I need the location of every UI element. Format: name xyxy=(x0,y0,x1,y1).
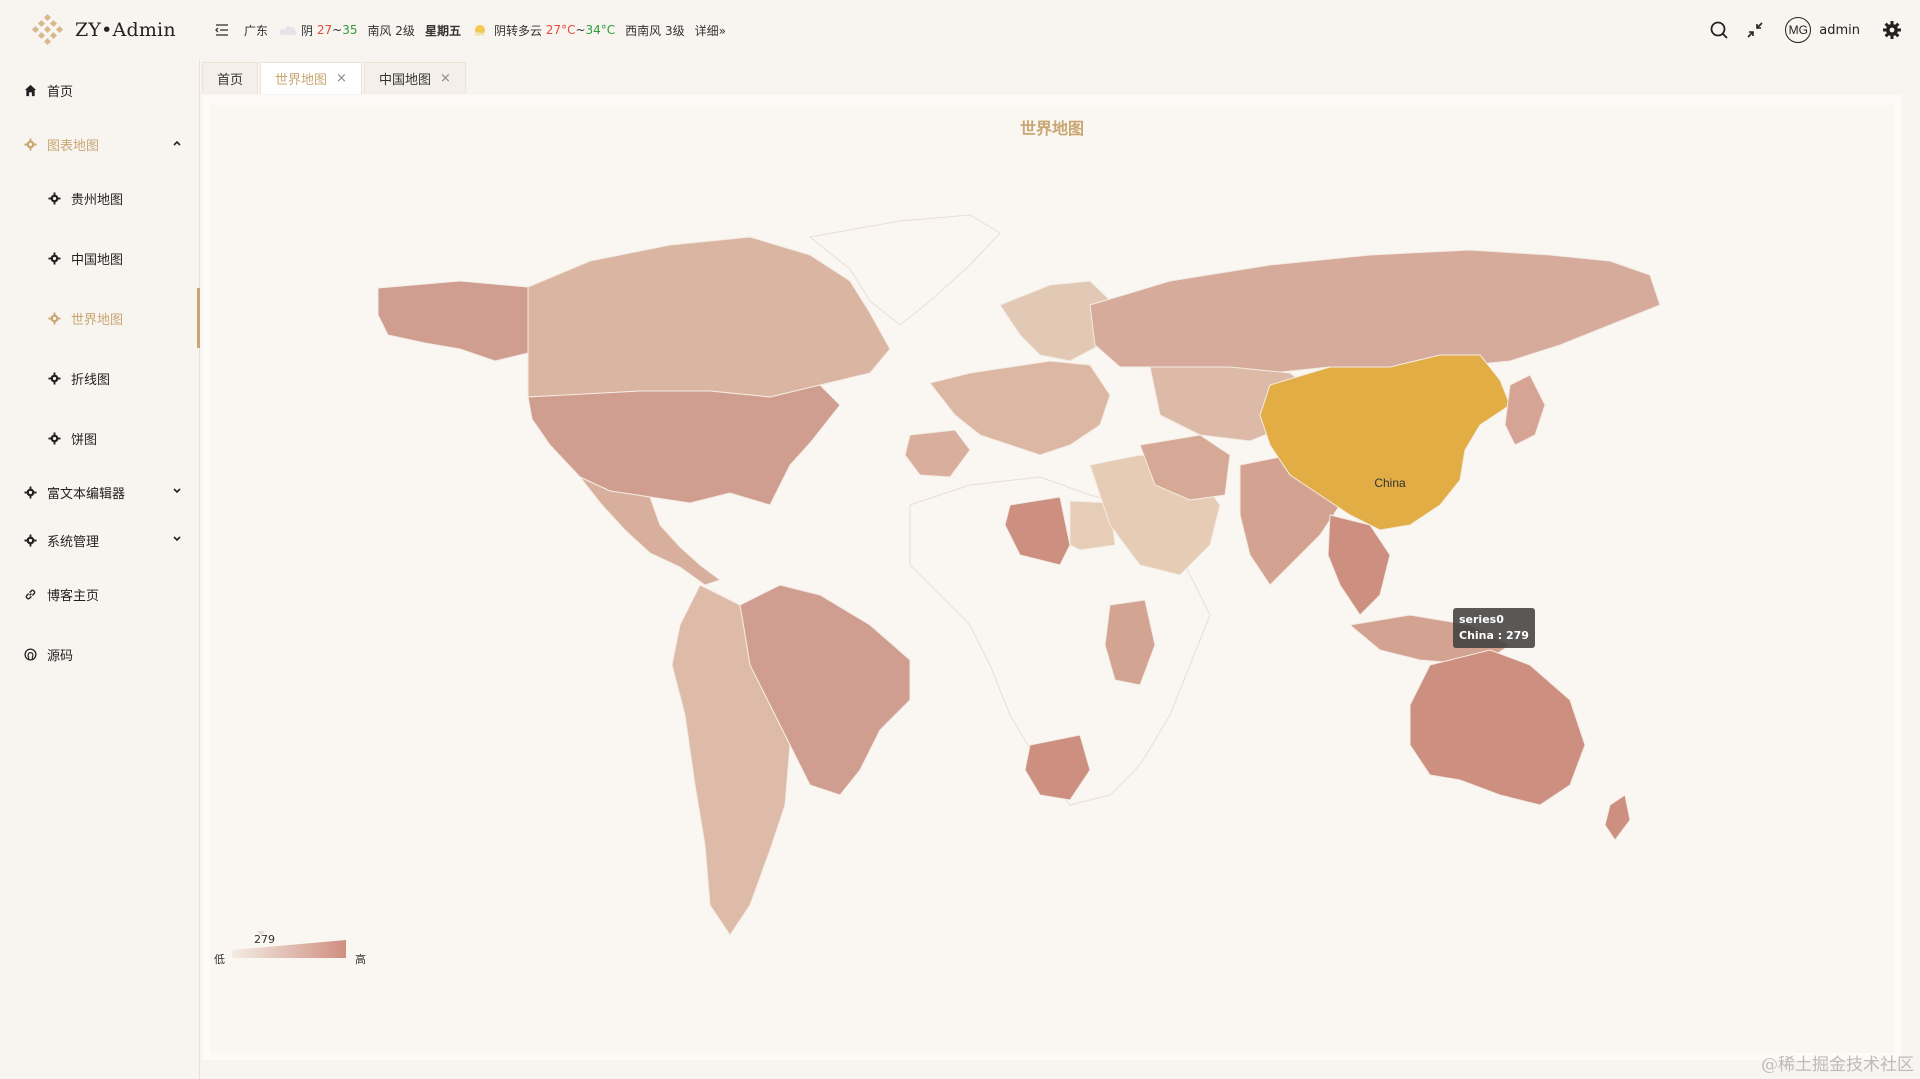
tomorrow-low: 27°C xyxy=(545,23,576,37)
settings-gear-icon[interactable] xyxy=(1882,20,1902,40)
region-usa[interactable] xyxy=(527,384,841,506)
sidebar-item-line-chart[interactable]: 折线图 xyxy=(0,358,200,398)
region-canada[interactable] xyxy=(527,236,891,398)
chart-title: 世界地图 xyxy=(1019,119,1084,138)
sidebar-item-home[interactable]: 首页 xyxy=(0,70,200,110)
gear-icon xyxy=(24,137,37,151)
region-japan[interactable] xyxy=(1504,374,1546,446)
tab-home[interactable]: 首页 xyxy=(202,62,259,94)
weather-today: 阴 27 ~35 xyxy=(278,22,357,39)
main-content: China 世界地图 series0 China : 279 279 低 高 xyxy=(202,95,1902,1060)
sidebar-item-label: 贵州地图 xyxy=(71,192,124,208)
cloudy-icon xyxy=(279,26,297,35)
today-sep: ~ xyxy=(332,23,343,37)
tomorrow-condition: 阴转多云 xyxy=(493,23,542,38)
tooltip-series: series0 xyxy=(1459,613,1504,626)
sidebar-item-label: 折线图 xyxy=(71,372,111,388)
sidebar-item-rich-text-editor[interactable]: 富文本编辑器 xyxy=(0,472,200,512)
visual-map-low-label: 低 xyxy=(214,953,225,966)
region-iberia[interactable] xyxy=(904,429,971,478)
sidebar-item-label: 世界地图 xyxy=(71,312,124,328)
weather-detail-link[interactable]: 详细» xyxy=(695,22,726,39)
sidebar-item-charts[interactable]: 图表地图 xyxy=(0,124,200,164)
sidebar-item-label: 富文本编辑器 xyxy=(47,486,126,502)
today-high: 35 xyxy=(342,23,358,37)
region-new-zealand[interactable] xyxy=(1604,794,1631,841)
tab-china-map[interactable]: 中国地图 × xyxy=(363,62,466,94)
tomorrow-wind: 西南风 3级 xyxy=(625,23,685,38)
active-indicator xyxy=(197,288,200,348)
weather-widget: 广东 阴 27 ~35 南风 2级 星期五 阴转多云 27°C ~34°C 西南风 … xyxy=(244,22,736,39)
world-map-canvas: China xyxy=(232,214,1661,958)
today-weekday: 星期五 xyxy=(424,23,461,38)
close-icon[interactable]: × xyxy=(336,71,347,86)
weather-tomorrow: 阴转多云 27°C ~34°C xyxy=(471,22,615,39)
china-label: China xyxy=(1374,476,1406,490)
chevron-down-icon xyxy=(173,488,181,494)
sidebar-item-china-map[interactable]: 中国地图 xyxy=(0,238,200,278)
today-condition: 阴 xyxy=(301,23,314,38)
visual-map-gradient[interactable] xyxy=(232,940,346,958)
app-logo[interactable]: ZY•Admin xyxy=(0,0,200,60)
chevron-down-icon xyxy=(173,536,181,542)
gear-icon xyxy=(24,533,37,547)
weather-location: 广东 xyxy=(244,23,269,38)
chevron-up-icon xyxy=(173,140,181,146)
sidebar-item-label: 饼图 xyxy=(71,432,98,448)
sidebar-item-pie-chart[interactable]: 饼图 xyxy=(0,418,200,458)
fullscreen-exit-icon[interactable] xyxy=(1745,20,1765,40)
gear-icon xyxy=(24,485,37,499)
search-icon[interactable] xyxy=(1709,20,1729,40)
avatar[interactable]: MG xyxy=(1785,17,1812,43)
region-russia[interactable] xyxy=(1089,249,1661,374)
today-wind: 南风 2级 xyxy=(367,23,415,38)
menu-fold-icon[interactable] xyxy=(214,22,230,38)
tomorrow-sep: ~ xyxy=(575,23,586,37)
visual-map-value: 279 xyxy=(254,933,275,946)
gear-icon xyxy=(48,431,61,445)
watermark: @稀土掘金技术社区 xyxy=(1761,1055,1914,1075)
home-icon xyxy=(24,84,37,96)
tab-label: 世界地图 xyxy=(275,73,328,88)
username[interactable]: admin xyxy=(1819,23,1860,38)
sidebar-item-world-map[interactable]: 世界地图 xyxy=(0,298,200,338)
link-icon xyxy=(25,589,36,599)
world-map-chart: China 世界地图 series0 China : 279 279 低 高 xyxy=(210,105,1894,1053)
tab-bar: 首页 世界地图 × 中国地图 × xyxy=(202,62,468,94)
sidebar-item-blog[interactable]: 博客主页 xyxy=(0,574,200,614)
close-icon[interactable]: × xyxy=(440,71,451,86)
tab-world-map[interactable]: 世界地图 × xyxy=(260,62,362,94)
gear-icon xyxy=(48,371,61,385)
app-name: ZY•Admin xyxy=(75,19,176,41)
tab-label: 首页 xyxy=(217,73,244,88)
github-icon xyxy=(24,647,37,661)
tab-label: 中国地图 xyxy=(378,73,431,88)
gear-icon xyxy=(48,191,61,205)
top-header: ZY•Admin 广东 阴 27 ~35 南风 2级 星期五 阴转多云 27°C ~… xyxy=(0,0,1920,60)
sidebar-item-guizhou-map[interactable]: 贵州地图 xyxy=(0,178,200,218)
sidebar-item-label: 图表地图 xyxy=(47,138,100,154)
sidebar-item-label: 源码 xyxy=(47,648,74,664)
sidebar-item-label: 系统管理 xyxy=(47,534,100,550)
sidebar-item-label: 首页 xyxy=(47,84,74,100)
sidebar-item-system-management[interactable]: 系统管理 xyxy=(0,520,200,560)
region-australia[interactable] xyxy=(1409,649,1586,806)
sun-cloud-icon xyxy=(474,25,485,36)
tomorrow-high: 34°C xyxy=(585,23,616,37)
sidebar-item-label: 博客主页 xyxy=(47,588,100,604)
visual-map-high-label: 高 xyxy=(355,953,366,966)
tooltip-value: China : 279 xyxy=(1459,629,1529,642)
gear-icon xyxy=(48,311,61,325)
header-actions: MG admin xyxy=(1693,0,1902,60)
logo-icon xyxy=(31,13,64,46)
region-alaska[interactable] xyxy=(377,280,529,362)
sidebar-item-source[interactable]: 源码 xyxy=(0,634,200,674)
map-tooltip: series0 China : 279 xyxy=(1453,608,1535,648)
today-low: 27 xyxy=(316,23,333,37)
gear-icon xyxy=(48,251,61,265)
sidebar-item-label: 中国地图 xyxy=(71,252,124,268)
